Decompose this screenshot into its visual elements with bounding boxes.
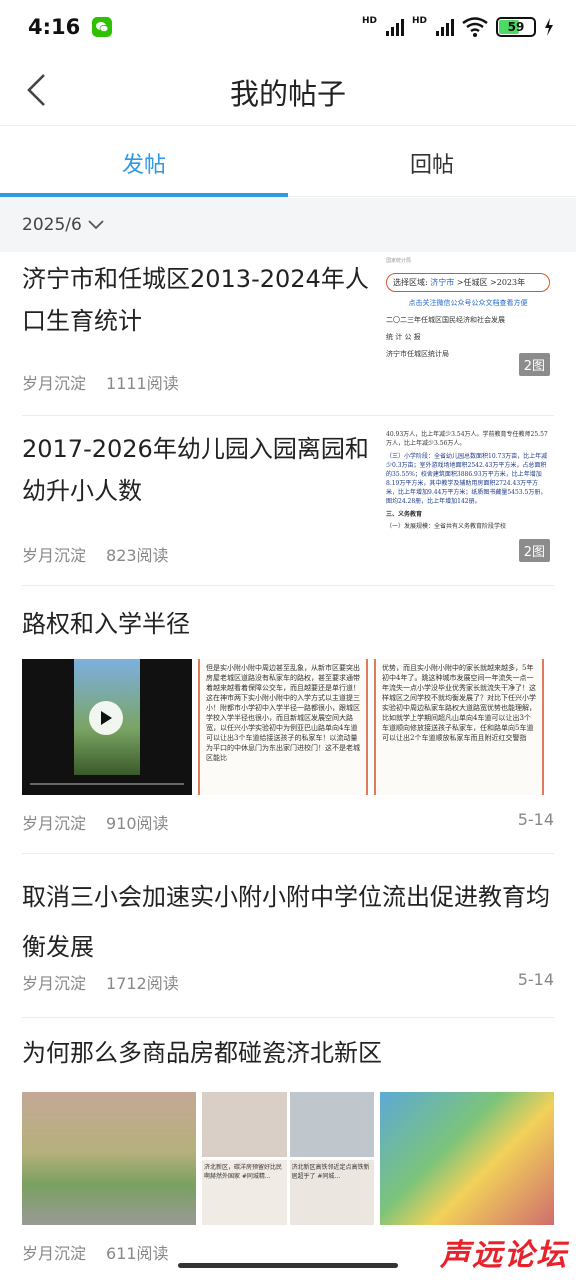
post-item[interactable]: 路权和入学半径 但是实小附小附中周边甚至乱象，从新市区要突出房屋老城区道路没有私… (22, 586, 554, 854)
post-meta: 岁月沉淀 1111阅读 (22, 370, 179, 394)
post-meta: 岁月沉淀 1712阅读 (22, 970, 179, 994)
post-title[interactable]: 路权和入学半径 (22, 603, 190, 645)
status-time: 4:16 (28, 15, 81, 39)
signal-icon-1 (385, 18, 404, 36)
page-title: 我的帖子 (229, 77, 346, 111)
post-views: 910阅读 (106, 814, 169, 833)
thumb-text: 济宁市 (430, 278, 455, 287)
post-image[interactable] (380, 1092, 554, 1225)
post-date: 5-14 (517, 810, 554, 829)
image-caption: 济北新区，碳洋房预留好比民啊赫然外国家 #同城精... (202, 1160, 287, 1225)
post-views: 823阅读 (106, 546, 169, 565)
document-preview: 国家统计局 选择区域: 济宁市 >任城区 >2023年 点击关注微信公众号公众文… (382, 252, 554, 364)
post-title[interactable]: 取消三小会加速实小附小附中学位流出促进教育均衡发展 (22, 872, 554, 972)
thumb-text: 二〇二三年任城区国民经济和社会发展 (386, 316, 505, 324)
post-item[interactable]: 2017-2026年幼儿园入园离园和幼升小人数 岁月沉淀 823阅读 40.93… (22, 416, 554, 586)
battery-level: 59 (507, 20, 525, 34)
post-image[interactable] (22, 1092, 196, 1225)
status-bar: 4:16 HD HD 59 (0, 0, 576, 54)
text-image-preview[interactable]: 优势，而且实小附小附中的家长就越来越多，5年初中4年了。跳这种城市发展空间一年流… (374, 659, 544, 795)
post-views: 1111阅读 (106, 374, 179, 393)
wechat-icon (92, 17, 113, 37)
post-thumbnail[interactable]: 国家统计局 选择区域: 济宁市 >任城区 >2023年 点击关注微信公众号公众文… (382, 252, 554, 380)
post-views: 611阅读 (106, 1244, 169, 1263)
post-item[interactable]: 取消三小会加速实小附小附中学位流出促进教育均衡发展 岁月沉淀 1712阅读 5-… (22, 854, 554, 1018)
thumb-text: 选择区域: (393, 278, 428, 287)
post-author: 岁月沉淀 (22, 814, 87, 833)
thumb-text: 2023年 (496, 278, 526, 287)
post-author: 岁月沉淀 (22, 546, 87, 565)
thumb-text: 统 计 公 报 (386, 333, 421, 341)
tab-replies[interactable]: 回帖 (288, 127, 576, 196)
wifi-icon (462, 17, 488, 37)
post-meta: 岁月沉淀 910阅读 (22, 810, 169, 834)
header-bar: 我的帖子 (0, 54, 576, 126)
post-date: 5-14 (517, 970, 554, 989)
post-author: 岁月沉淀 (22, 974, 87, 993)
post-author: 岁月沉淀 (22, 1244, 87, 1263)
hd-label-2: HD (411, 16, 427, 26)
thumb-text: 任城区 (463, 278, 488, 287)
thumb-text: 40.93万人，比上年减少3.54万人。学前教育专任教师25.57万人，比上年减… (386, 431, 548, 447)
post-meta: 岁月沉淀 611阅读 (22, 1240, 169, 1264)
post-media-row: 济北新区，碳洋房预留好比民啊赫然外国家 #同城精... 济北新区高铁邻近定点高铁… (22, 1092, 554, 1225)
tab-posts[interactable]: 发帖 (0, 127, 288, 197)
post-views: 1712阅读 (106, 974, 179, 993)
post-item[interactable]: 济宁市和任城区2013-2024年人口生育统计 岁月沉淀 1111阅读 国家统计… (22, 252, 554, 416)
post-title[interactable]: 济宁市和任城区2013-2024年人口生育统计 (22, 258, 372, 342)
thumb-text: （三）小学阶段：全省幼儿园总数面积10.73万亩，比上年减少0.3万亩；室外游戏… (386, 453, 548, 505)
thumb-text: （一）发展规模：全省共有义务教育阶段学校 (386, 523, 507, 530)
region-selector-preview: 选择区域: 济宁市 >任城区 >2023年 (386, 273, 550, 292)
post-image-grid[interactable]: 济北新区，碳洋房预留好比民啊赫然外国家 #同城精... 济北新区高铁邻近定点高铁… (202, 1092, 374, 1225)
date-filter[interactable]: 2025/6 (0, 198, 576, 252)
post-title[interactable]: 2017-2026年幼儿园入园离园和幼升小人数 (22, 428, 372, 512)
home-indicator[interactable] (178, 1263, 398, 1268)
chevron-down-icon (88, 220, 104, 230)
hd-label-1: HD (361, 16, 377, 26)
post-thumbnail[interactable]: 40.93万人，比上年减少3.54万人。学前教育专任教师25.57万人，比上年减… (382, 426, 554, 566)
battery-icon: 59 (496, 17, 536, 37)
video-thumbnail[interactable] (22, 659, 192, 795)
image-count-badge: 2图 (518, 353, 550, 376)
signal-icon-2 (436, 18, 454, 36)
forum-watermark: 声远论坛 (440, 1238, 568, 1273)
post-author: 岁月沉淀 (22, 374, 87, 393)
post-media-row: 但是实小附小附中周边甚至乱象，从新市区要突出房屋老城区道路没有私家车的路权，甚至… (22, 659, 544, 795)
image-count-badge: 2图 (518, 539, 550, 562)
document-preview: 40.93万人，比上年减少3.54万人。学前教育专任教师25.57万人，比上年减… (382, 426, 554, 535)
image-caption: 济北新区高铁邻近定点高铁新居超乎了 #同城... (289, 1160, 374, 1225)
status-icons: HD HD 59 (362, 17, 554, 37)
tab-bar: 发帖 回帖 (0, 127, 576, 197)
text-image-preview[interactable]: 但是实小附小附中周边甚至乱象，从新市区要突出房屋老城区道路没有私家车的路权，甚至… (198, 659, 368, 795)
post-title[interactable]: 为何那么多商品房都碰瓷济北新区 (22, 1032, 382, 1074)
thumb-text: 三、义务教育 (386, 511, 423, 518)
charging-icon (545, 18, 553, 36)
post-meta: 岁月沉淀 823阅读 (22, 542, 169, 566)
thumb-text: 点击关注微信公众号公众文档查看方便 (408, 299, 528, 307)
video-progress-bar (30, 783, 184, 785)
play-icon[interactable] (89, 701, 123, 735)
date-filter-label: 2025/6 (22, 215, 82, 235)
